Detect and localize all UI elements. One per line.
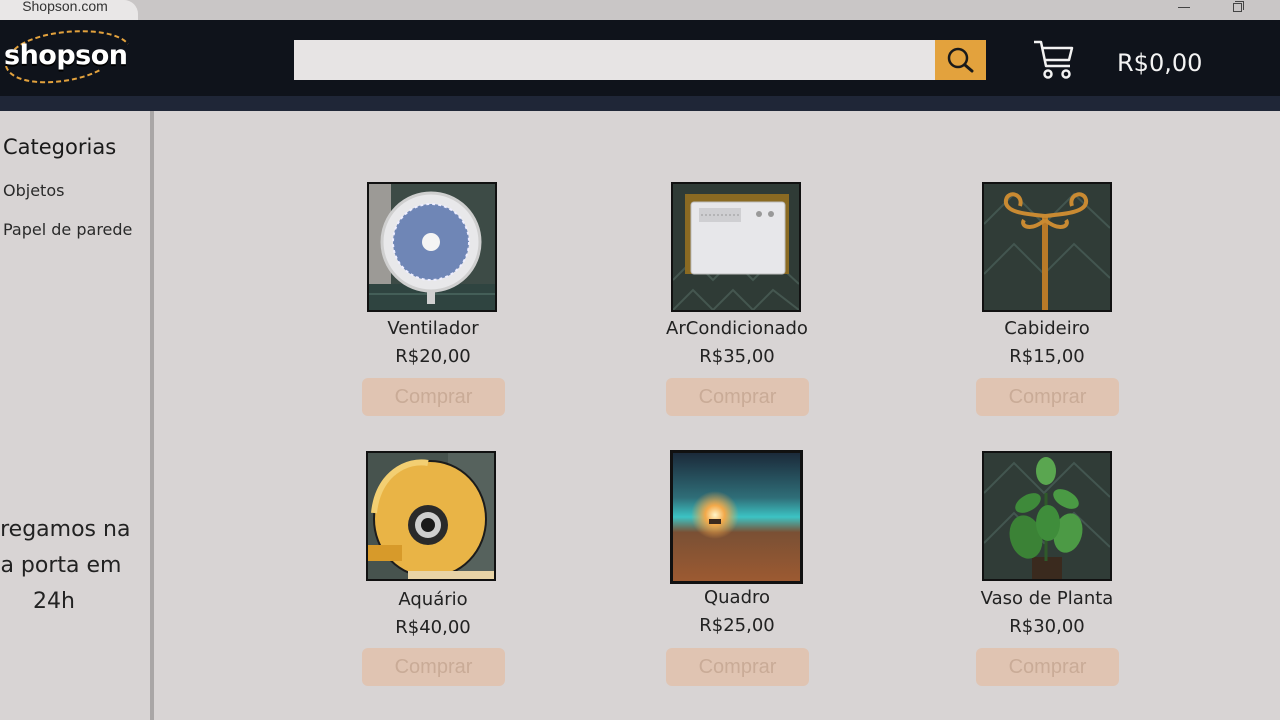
product-image-aquario[interactable] <box>366 451 496 581</box>
sidebar-divider <box>150 111 154 720</box>
search-input[interactable] <box>294 40 936 80</box>
browser-tab-title: Shopson.com <box>22 0 108 14</box>
air-conditioner-icon <box>673 184 799 310</box>
buy-button-arcondicionado[interactable]: Comprar <box>666 378 809 416</box>
product-name: Quadro <box>703 587 771 608</box>
browser-tab-strip: Shopson.com <box>0 0 1280 20</box>
cart-icon <box>1034 40 1074 79</box>
product-image-cabideiro[interactable] <box>982 182 1112 312</box>
categories-heading: Categorias <box>3 135 117 159</box>
buy-button-ventilador[interactable]: Comprar <box>362 378 505 416</box>
category-objetos[interactable]: Objetos <box>3 181 64 200</box>
product-name: Aquário <box>398 589 468 610</box>
search-button[interactable] <box>935 40 986 80</box>
product-name: Cabideiro <box>1004 318 1090 339</box>
plant-pot-icon <box>984 453 1110 579</box>
delivery-promo: ntregamos na ua porta em 24h <box>0 512 168 620</box>
product-image-arcondicionado[interactable] <box>671 182 801 312</box>
product-name: Vaso de Planta <box>980 588 1114 609</box>
restore-window-icon[interactable] <box>1233 1 1244 12</box>
cart-total: R$0,00 <box>1117 49 1203 77</box>
search-icon <box>947 47 974 73</box>
header-sub-bar <box>0 96 1280 111</box>
category-papel-de-parede[interactable]: Papel de parede <box>3 220 132 239</box>
product-image-quadro[interactable] <box>670 450 803 584</box>
product-price: R$35,00 <box>699 346 775 367</box>
browser-tab[interactable]: Shopson.com <box>0 0 138 20</box>
coat-rack-icon <box>984 184 1110 310</box>
minimize-icon[interactable] <box>1178 7 1190 8</box>
product-price: R$30,00 <box>1009 616 1085 637</box>
product-image-vaso-de-planta[interactable] <box>982 451 1112 581</box>
buy-button-vaso-de-planta[interactable]: Comprar <box>976 648 1119 686</box>
product-price: R$40,00 <box>395 617 471 638</box>
product-image-ventilador[interactable] <box>367 182 497 312</box>
buy-button-quadro[interactable]: Comprar <box>666 648 809 686</box>
promo-line: ua porta em <box>0 553 122 578</box>
promo-line: 24h <box>33 589 75 614</box>
shopson-logo[interactable]: shopson <box>0 26 140 88</box>
promo-line: ntregamos na <box>0 517 131 542</box>
buy-button-aquario[interactable]: Comprar <box>362 648 505 686</box>
logo-text: shopson <box>4 40 128 71</box>
product-price: R$25,00 <box>699 615 775 636</box>
painting-icon <box>673 453 800 581</box>
product-name: Ventilador <box>387 318 479 339</box>
product-price: R$20,00 <box>395 346 471 367</box>
fan-icon <box>369 184 495 310</box>
category-sidebar <box>0 111 150 720</box>
product-price: R$15,00 <box>1009 346 1085 367</box>
buy-button-cabideiro[interactable]: Comprar <box>976 378 1119 416</box>
product-name: ArCondicionado <box>666 318 808 339</box>
cart-button[interactable] <box>1032 38 1076 82</box>
aquarium-icon <box>368 453 494 579</box>
